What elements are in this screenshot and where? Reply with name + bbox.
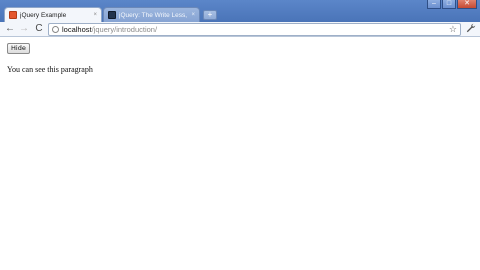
window-controls: – □ ✕ [426, 0, 477, 10]
tab-label: jQuery Example [20, 11, 67, 19]
browser-toolbar: ← → C localhost/jquery/introduction/ ☆ [0, 22, 480, 37]
minimize-button[interactable]: – [427, 0, 441, 9]
html5-icon [9, 11, 17, 19]
close-tab-icon[interactable]: × [191, 12, 195, 18]
new-tab-button[interactable]: + [203, 10, 217, 20]
url-host: localhost [62, 25, 92, 34]
tab-label: jQuery: The Write Less, D... [119, 11, 189, 19]
tab-jquery-docs[interactable]: jQuery: The Write Less, D... × [103, 7, 200, 22]
back-arrow-icon[interactable]: ← [4, 23, 16, 35]
wrench-icon-shape [466, 23, 476, 33]
tab-jquery-example[interactable]: jQuery Example × [4, 7, 102, 22]
page-content: Hide You can see this paragraph [0, 38, 480, 270]
jquery-icon [108, 11, 116, 19]
url-path: /jquery/introduction/ [91, 25, 158, 34]
bookmark-star-icon[interactable]: ☆ [449, 24, 457, 35]
window-titlebar: – □ ✕ jQuery Example × jQuery: The Write… [0, 0, 480, 22]
address-bar[interactable]: localhost/jquery/introduction/ ☆ [48, 23, 461, 36]
reload-icon[interactable]: C [33, 23, 45, 35]
page-icon [52, 26, 59, 33]
paragraph: You can see this paragraph [7, 65, 93, 74]
hide-button[interactable]: Hide [7, 43, 30, 54]
url-text[interactable]: localhost/jquery/introduction/ [62, 25, 157, 35]
maximize-button[interactable]: □ [442, 0, 456, 9]
close-window-button[interactable]: ✕ [457, 0, 477, 9]
wrench-menu-icon[interactable] [465, 23, 477, 35]
close-tab-icon[interactable]: × [93, 12, 97, 18]
forward-arrow-icon[interactable]: → [18, 23, 30, 35]
